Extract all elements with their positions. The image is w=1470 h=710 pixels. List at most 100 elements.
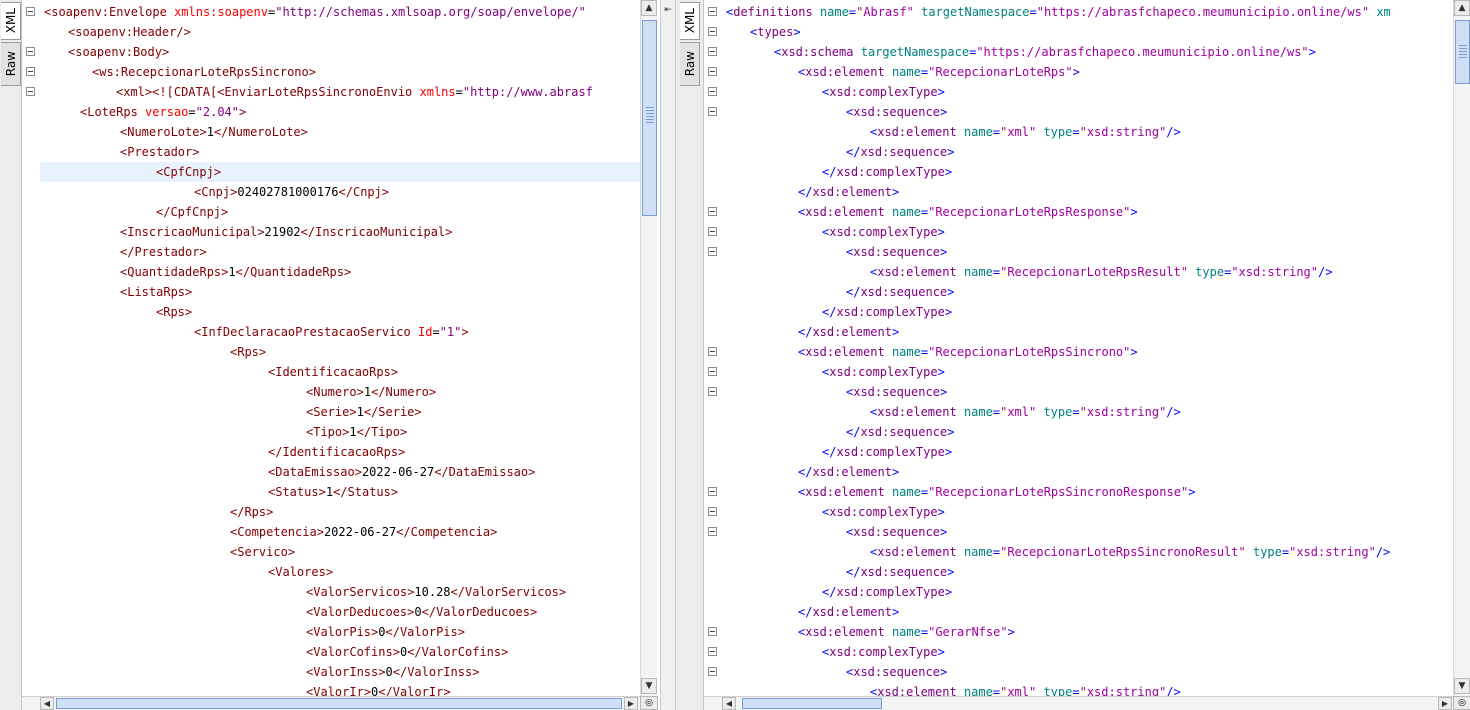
right-horizontal-scrollbar[interactable]: ◀ ▶: [722, 696, 1454, 710]
right-scroll-left-button[interactable]: ◀: [722, 697, 736, 710]
fold-toggle-icon[interactable]: [708, 507, 717, 516]
right-scroll-down-button[interactable]: ▼: [1454, 678, 1470, 694]
tab-raw-left[interactable]: Raw: [1, 42, 21, 86]
right-vertical-scrollbar[interactable]: ▲ ▼: [1453, 0, 1470, 696]
left-vertical-scroll-thumb[interactable]: [642, 20, 657, 216]
fold-toggle-icon[interactable]: [708, 627, 717, 636]
code-line: <xsd:element name="GerarNfse">: [798, 625, 1015, 639]
code-line: <definitions name="Abrasf" targetNamespa…: [726, 5, 1391, 19]
pane-splitter[interactable]: ⇤: [660, 0, 676, 710]
right-scroll-right-button[interactable]: ▶: [1438, 697, 1452, 710]
code-line: <ValorCofins>0</ValorCofins>: [306, 645, 509, 659]
tab-xml-right-label: XML: [682, 8, 697, 34]
code-line: <ValorServicos>10.28</ValorServicos>: [306, 585, 567, 599]
code-line: <ValorPis>0</ValorPis>: [306, 625, 465, 639]
code-line: <soapenv:Body>: [68, 45, 170, 59]
code-line: <CpfCnpj>: [40, 162, 640, 182]
fold-toggle-icon[interactable]: [708, 487, 717, 496]
tab-raw-left-label: Raw: [3, 51, 18, 77]
code-line: <ValorInss>0</ValorInss>: [306, 665, 480, 679]
code-line: <xsd:element name="RecepcionarLoteRpsRes…: [798, 205, 1138, 219]
left-scroll-right-button[interactable]: ▶: [624, 697, 638, 710]
code-line: <Rps>: [230, 345, 267, 359]
right-view-tabs: XML Raw: [676, 0, 704, 710]
code-line: </xsd:sequence>: [846, 425, 955, 439]
code-line: <xsd:complexType>: [822, 645, 945, 659]
code-line: <xsd:complexType>: [822, 505, 945, 519]
code-line: <xsd:complexType>: [822, 85, 945, 99]
left-corner-icon: ◎: [640, 696, 658, 710]
tab-xml-right[interactable]: XML: [680, 2, 700, 40]
fold-toggle-icon[interactable]: [708, 67, 717, 76]
code-line: <xsd:element name="xml" type="xsd:string…: [870, 125, 1181, 139]
fold-toggle-icon[interactable]: [708, 87, 717, 96]
right-horizontal-scroll-thumb[interactable]: [742, 698, 882, 709]
code-line: </xsd:complexType>: [822, 445, 953, 459]
code-line: </xsd:element>: [798, 325, 900, 339]
code-line: </xsd:complexType>: [822, 165, 953, 179]
code-line: <InscricaoMunicipal>21902</InscricaoMuni…: [120, 225, 453, 239]
fold-toggle-icon[interactable]: [26, 67, 35, 76]
code-line: </xsd:element>: [798, 465, 900, 479]
fold-toggle-icon[interactable]: [708, 647, 717, 656]
right-corner-icon: ◎: [1453, 696, 1470, 710]
fold-toggle-icon[interactable]: [708, 7, 717, 16]
code-line: <xsd:element name="xml" type="xsd:string…: [870, 405, 1181, 419]
code-line: <DataEmissao>2022-06-27</DataEmissao>: [268, 465, 536, 479]
tab-raw-right[interactable]: Raw: [680, 42, 700, 86]
code-line: <Tipo>1</Tipo>: [306, 425, 408, 439]
left-horizontal-scroll-thumb[interactable]: [56, 698, 622, 709]
code-line: </xsd:element>: [798, 605, 900, 619]
code-line: <Status>1</Status>: [268, 485, 399, 499]
tab-raw-right-label: Raw: [682, 51, 697, 77]
right-scroll-up-button[interactable]: ▲: [1454, 0, 1470, 16]
fold-toggle-icon[interactable]: [708, 247, 717, 256]
code-line: <ws:RecepcionarLoteRpsSincrono>: [92, 65, 316, 79]
fold-toggle-icon[interactable]: [708, 347, 717, 356]
fold-toggle-icon[interactable]: [708, 367, 717, 376]
fold-toggle-icon[interactable]: [708, 207, 717, 216]
fold-toggle-icon[interactable]: [26, 87, 35, 96]
right-gutter-footer: [704, 696, 722, 710]
code-line: <ValorIr>0</ValorIr>: [306, 685, 451, 696]
code-line: <xsd:complexType>: [822, 365, 945, 379]
fold-toggle-icon[interactable]: [708, 227, 717, 236]
code-line: <Cnpj>02402781000176</Cnpj>: [194, 185, 390, 199]
wsdl-xml-editor[interactable]: <definitions name="Abrasf" targetNamespa…: [722, 0, 1454, 696]
fold-toggle-icon[interactable]: [708, 47, 717, 56]
tab-xml-left[interactable]: XML: [1, 2, 21, 40]
left-scroll-down-button[interactable]: ▼: [641, 678, 657, 694]
code-line: </xsd:sequence>: [846, 565, 955, 579]
left-horizontal-scrollbar[interactable]: ◀ ▶: [40, 696, 640, 710]
code-line: <ListaRps>: [120, 285, 193, 299]
code-line: <InfDeclaracaoPrestacaoServico Id="1">: [194, 325, 469, 339]
fold-toggle-icon[interactable]: [708, 527, 717, 536]
fold-toggle-icon[interactable]: [708, 107, 717, 116]
code-line: </xsd:sequence>: [846, 145, 955, 159]
code-line: <xsd:element name="RecepcionarLoteRpsSin…: [798, 345, 1138, 359]
code-line: <NumeroLote>1</NumeroLote>: [120, 125, 308, 139]
code-line: <soapenv:Header/>: [68, 25, 191, 39]
code-line: </xsd:element>: [798, 185, 900, 199]
left-scroll-up-button[interactable]: ▲: [641, 0, 657, 16]
left-scroll-left-button[interactable]: ◀: [40, 697, 54, 710]
fold-toggle-icon[interactable]: [708, 387, 717, 396]
code-line: <Serie>1</Serie>: [306, 405, 422, 419]
splitter-collapse-icon[interactable]: ⇤: [661, 2, 675, 18]
code-line: <xsd:element name="RecepcionarLoteRpsRes…: [870, 265, 1333, 279]
request-xml-editor[interactable]: <soapenv:Envelope xmlns:soapenv="http://…: [40, 0, 640, 696]
code-line: <Prestador>: [120, 145, 200, 159]
wsdl-xml-pane: XML Raw <definitions name="Abrasf" targe…: [676, 0, 1470, 710]
right-vertical-scroll-thumb[interactable]: [1455, 20, 1470, 84]
fold-toggle-icon[interactable]: [26, 7, 35, 16]
left-vertical-scrollbar[interactable]: ▲ ▼: [640, 0, 657, 696]
fold-toggle-icon[interactable]: [26, 47, 35, 56]
code-line: <ValorDeducoes>0</ValorDeducoes>: [306, 605, 538, 619]
code-line: <Numero>1</Numero>: [306, 385, 437, 399]
fold-toggle-icon[interactable]: [708, 667, 717, 676]
fold-toggle-icon[interactable]: [708, 27, 717, 36]
code-line: </xsd:sequence>: [846, 285, 955, 299]
code-line: </Rps>: [230, 505, 274, 519]
code-line: <LoteRps versao="2.04">: [80, 105, 247, 119]
code-line: <xsd:element name="RecepcionarLoteRps">: [798, 65, 1080, 79]
